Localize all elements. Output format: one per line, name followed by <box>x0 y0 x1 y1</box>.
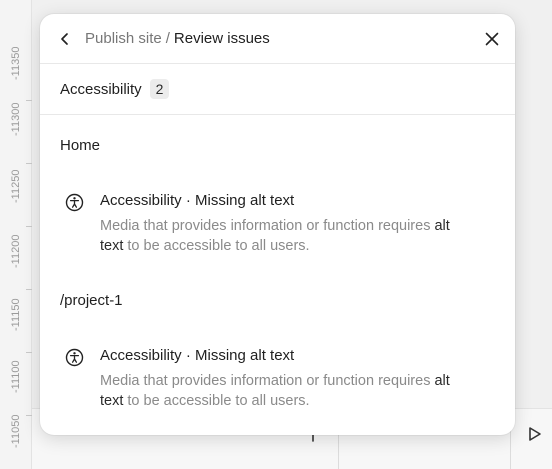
ruler-label: -11050 <box>10 414 22 448</box>
ruler-label: -11350 <box>10 46 22 80</box>
accessibility-icon <box>65 193 84 212</box>
issue-desc-text: to be accessible to all users. <box>123 393 310 409</box>
accessibility-icon <box>65 348 84 367</box>
page-heading-project-1: /project-1 <box>60 292 123 309</box>
issue-desc-text: to be accessible to all users. <box>123 238 310 254</box>
ruler-tick <box>26 226 32 227</box>
review-issues-panel: Publish site / Review issues Accessibility… <box>40 14 515 435</box>
close-icon <box>485 32 499 46</box>
ruler-tick <box>26 352 32 353</box>
ruler-tick <box>26 163 32 164</box>
ruler-label: -11150 <box>10 298 22 331</box>
chevron-left-icon <box>61 33 68 45</box>
back-button[interactable] <box>54 28 76 50</box>
issue-description: Media that provides information or funct… <box>100 371 460 411</box>
breadcrumb-current: Review issues <box>173 30 270 47</box>
category-accessibility[interactable]: Accessibility 2 <box>40 64 515 115</box>
breadcrumb-parent[interactable]: Publish site <box>85 30 162 47</box>
play-icon[interactable] <box>524 424 544 444</box>
ruler-tick <box>26 100 32 101</box>
ruler-label: -11200 <box>10 234 22 268</box>
breadcrumb-separator: / <box>165 30 170 47</box>
issue-desc-text: Media that provides information or funct… <box>100 373 435 389</box>
issue-title: Accessibility · Missing alt text <box>100 347 295 364</box>
page-heading-home: Home <box>60 137 101 154</box>
ruler-label: -11300 <box>10 102 22 136</box>
issue-item[interactable]: Accessibility · Missing alt text Media t… <box>40 347 515 417</box>
issue-desc-text: Media that provides information or funct… <box>100 218 435 234</box>
category-label: Accessibility <box>60 81 142 98</box>
issue-count-badge: 2 <box>150 79 169 99</box>
ruler-label: -11250 <box>10 169 22 203</box>
ruler-label: -11100 <box>10 360 22 393</box>
vertical-ruler: -11350 -11300 -11250 -11200 -11150 -1110… <box>0 0 32 469</box>
issue-title: Accessibility · Missing alt text <box>100 192 295 209</box>
close-button[interactable] <box>481 28 503 50</box>
ruler-tick <box>26 289 32 290</box>
breadcrumb: Publish site / Review issues <box>85 30 270 47</box>
issue-item[interactable]: Accessibility · Missing alt text Media t… <box>40 192 515 262</box>
panel-header: Publish site / Review issues <box>40 14 515 64</box>
issue-description: Media that provides information or funct… <box>100 216 460 256</box>
